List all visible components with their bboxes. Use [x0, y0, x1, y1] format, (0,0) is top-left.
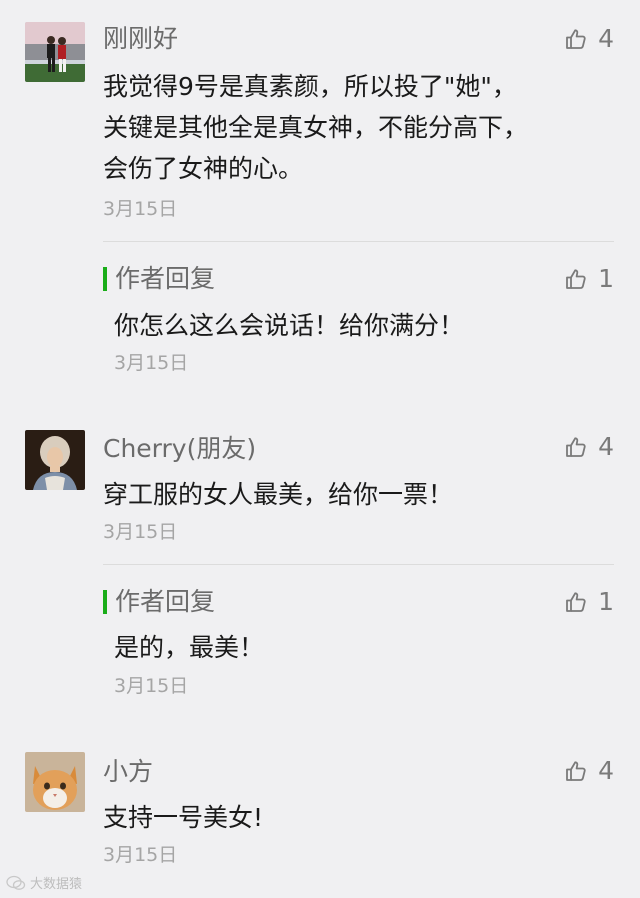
thumbs-up-icon — [566, 761, 586, 781]
reply-date: 3月15日 — [114, 675, 189, 697]
like-count: 4 — [598, 432, 614, 461]
reply-divider — [103, 241, 614, 242]
portrait-painting-avatar-icon — [25, 430, 85, 490]
reply-accent-bar — [103, 590, 107, 614]
avatar[interactable] — [25, 22, 85, 82]
reply-date: 3月15日 — [114, 352, 189, 374]
author-reply-label: 作者回复 — [115, 264, 216, 293]
nickname: 刚刚好 — [103, 24, 179, 53]
thumbs-up-icon — [566, 269, 586, 289]
comment-text: 我觉得9号是真素颜，所以投了"她"， 关键是其他全是真女神，不能分高下， 会伤了… — [103, 72, 529, 183]
comment-item: 刚刚好 4 我觉得9号是真素颜，所以投了"她"， 关键是其他全是真女神，不能分高… — [0, 0, 640, 400]
thumbs-up-icon — [566, 437, 586, 457]
like-count: 1 — [598, 264, 614, 293]
comment-date: 3月15日 — [103, 844, 178, 866]
avatar[interactable] — [25, 752, 85, 812]
cat-avatar-icon — [25, 752, 85, 812]
reply-text: 你怎么这么会说话！给你满分！ — [114, 311, 465, 340]
like-count: 4 — [598, 24, 614, 53]
like-button[interactable]: 4 — [564, 24, 614, 54]
nickname: Cherry(朋友) — [103, 434, 257, 463]
like-count: 4 — [598, 756, 614, 785]
like-count: 1 — [598, 587, 614, 616]
reply-like-button[interactable]: 1 — [564, 264, 614, 294]
comment-text: 穿工服的女人最美，给你一票！ — [103, 480, 454, 509]
author-reply-label: 作者回复 — [115, 587, 216, 616]
thumbs-up-icon — [566, 592, 586, 612]
reply-divider — [103, 564, 614, 565]
avatar[interactable] — [25, 430, 85, 490]
like-button[interactable]: 4 — [564, 756, 614, 786]
comment-date: 3月15日 — [103, 521, 178, 543]
reply-accent-bar — [103, 267, 107, 291]
soccer-players-avatar-icon — [25, 22, 85, 82]
watermark-text: 大数据猿 — [30, 877, 83, 892]
watermark: 大数据猿 — [6, 873, 82, 892]
thumbs-up-icon — [566, 29, 586, 49]
wechat-logo-icon — [6, 875, 26, 890]
reply-like-button[interactable]: 1 — [564, 587, 614, 617]
comment-date: 3月15日 — [103, 198, 178, 220]
comment-text: 支持一号美女! — [103, 803, 264, 832]
like-button[interactable]: 4 — [564, 432, 614, 462]
nickname: 小方 — [103, 757, 154, 786]
reply-text: 是的，最美！ — [114, 633, 265, 662]
